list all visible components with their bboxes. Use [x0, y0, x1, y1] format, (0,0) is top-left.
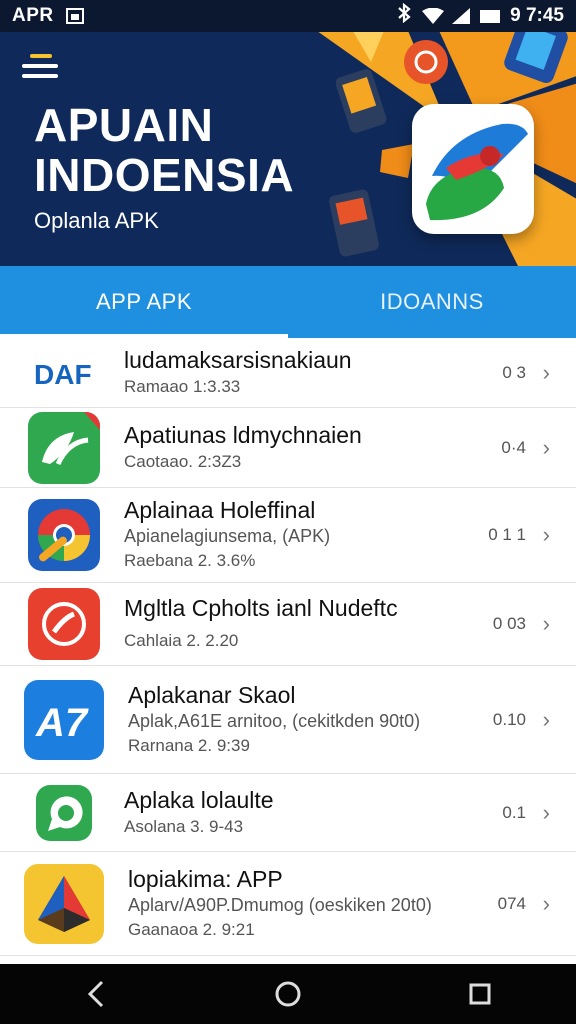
title-line-2: INDOENSIA: [34, 149, 295, 201]
list-item[interactable]: Aplainaa Holeffinal Apianelagiunsema, (A…: [0, 488, 576, 583]
app-name: lopiakima: APP: [128, 865, 283, 892]
chevron-right-icon: ›: [542, 799, 550, 825]
red-brush-icon: [28, 588, 100, 660]
chevron-right-icon: ›: [542, 890, 550, 916]
tab-bar: APP APK IDOANNS: [0, 266, 576, 338]
menu-icon[interactable]: [22, 54, 58, 82]
app-rank: 074: [497, 893, 526, 913]
chevron-right-icon: ›: [542, 434, 550, 460]
chevron-right-icon: ›: [542, 522, 550, 547]
chevron-right-icon: ›: [542, 359, 550, 385]
recents-icon[interactable]: [450, 964, 510, 1024]
translate-a7-icon: A7: [24, 679, 104, 760]
back-icon[interactable]: [66, 964, 126, 1024]
app-name: Aplakanar Skaol: [128, 681, 296, 708]
title-line-1: APUAIN: [34, 99, 214, 151]
app-logo-icon: [412, 104, 534, 234]
app-rank: 0 3: [502, 362, 526, 382]
notification-icon: [65, 8, 84, 24]
app-rank: 0.1: [502, 802, 526, 822]
list-item[interactable]: Aplaka lolaulte Asolana 3. 9-43 0.1 ›: [0, 774, 576, 852]
app-rank: 0 1 1: [488, 525, 526, 544]
signal-icon: [452, 8, 471, 24]
green-leaf-icon: [28, 411, 100, 484]
app-rank: 0 03: [492, 614, 526, 633]
app-rank: 0.10: [492, 709, 526, 729]
daf-logo-icon: DAF: [28, 353, 100, 393]
yellow-prism-icon: [24, 863, 104, 944]
home-icon[interactable]: [258, 964, 318, 1024]
system-nav-bar: [0, 964, 576, 1024]
list-item[interactable]: Apatiunas ldmychnaien Caotaao. 2:3Z3 0·4…: [0, 408, 576, 488]
tab-app-apk[interactable]: APP APK: [0, 266, 288, 338]
svg-text:DAF: DAF: [34, 359, 92, 388]
page-title: APUAIN INDOENSIA: [34, 100, 294, 200]
clock: 9 7:45: [510, 5, 564, 26]
list-item[interactable]: lopiakima: APP Aplarv/A90P.Dmumog (oeski…: [0, 852, 576, 956]
wifi-icon: [422, 7, 445, 24]
app-meta: Gaanaoa 2. 9:21: [128, 919, 255, 939]
app-meta: Raebana 2. 3.6%: [124, 551, 256, 570]
page-subtitle: Oplanla APK: [34, 208, 159, 233]
phone-decoration-icon: [329, 189, 379, 257]
list-item[interactable]: A7 Aplakanar Skaol Aplak,A61E arnitoo, (…: [0, 666, 576, 774]
chevron-right-icon: ›: [542, 611, 550, 636]
phone-decoration-icon: [336, 69, 387, 133]
green-chat-icon: [28, 777, 100, 849]
app-name: Aplainaa Holeffinal: [124, 497, 316, 523]
chrome-like-icon: [28, 499, 100, 571]
battery-icon: [480, 9, 501, 23]
app-meta: Rarnana 2. 9:39: [128, 735, 250, 755]
app-rank: 0·4: [501, 437, 526, 457]
list-item[interactable]: DAF ludamaksarsisnakiaun Ramaao 1:3.33 0…: [0, 338, 576, 408]
status-bar: APR 9 7:45: [0, 0, 576, 32]
app-list: DAF ludamaksarsisnakiaun Ramaao 1:3.33 0…: [0, 338, 576, 964]
tab-idoanns[interactable]: IDOANNS: [288, 266, 576, 338]
bluetooth-icon: [396, 2, 412, 29]
carrier-label: APR: [12, 5, 54, 26]
chevron-right-icon: ›: [542, 706, 550, 732]
list-item[interactable]: Mgltla Cpholts ianl Nudeftc Cahlaia 2. 2…: [0, 583, 576, 666]
app-header: APUAIN INDOENSIA Oplanla APK: [0, 32, 576, 266]
svg-text:A7: A7: [35, 701, 89, 745]
